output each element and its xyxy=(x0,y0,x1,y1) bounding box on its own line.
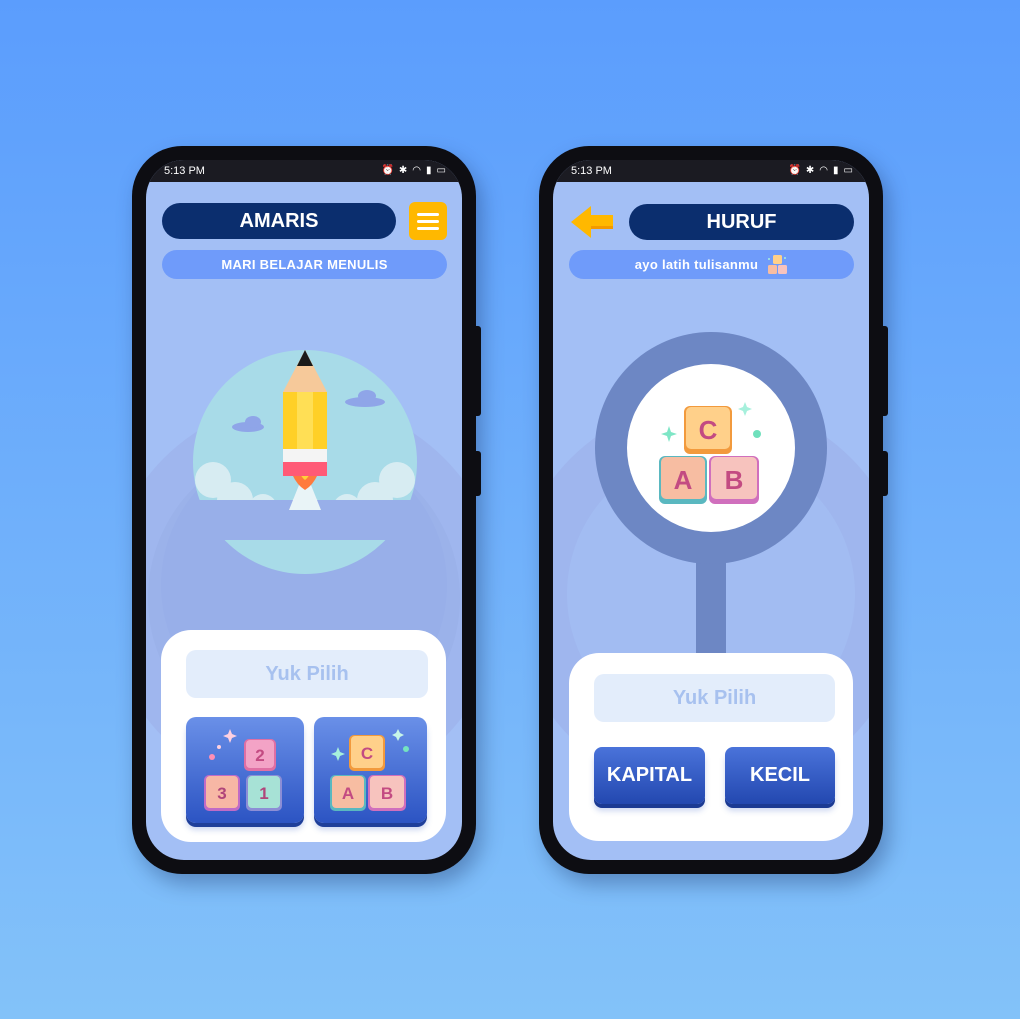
alphabet-blocks-icon: C A B xyxy=(659,402,761,504)
svg-text:B: B xyxy=(381,784,393,803)
menu-button[interactable] xyxy=(409,202,447,240)
svg-text:B: B xyxy=(725,465,744,495)
menu-line xyxy=(417,219,439,223)
phone-left: 5:13 PM ⏰ ✱ ◠ ▮ ▭ Yuk Pilih 2 3 1 C A B … xyxy=(132,146,481,874)
wifi-icon: ◠ xyxy=(412,165,422,176)
power-button xyxy=(882,451,888,496)
bluetooth-icon: ✱ xyxy=(805,165,815,176)
magnifier-lens: C A B xyxy=(627,364,795,532)
volume-button xyxy=(475,326,481,416)
yuk-pilih-label: Yuk Pilih xyxy=(186,650,428,698)
menu-line xyxy=(417,226,439,230)
volume-button xyxy=(882,326,888,416)
svg-text:3: 3 xyxy=(217,784,226,803)
status-time: 5:13 PM xyxy=(164,165,205,177)
subtitle-text: ayo latih tulisanmu xyxy=(634,257,759,272)
svg-text:1: 1 xyxy=(259,784,268,803)
signal-icon: ▮ xyxy=(833,165,839,176)
home-screen: 5:13 PM ⏰ ✱ ◠ ▮ ▭ Yuk Pilih 2 3 1 C A B … xyxy=(146,160,462,860)
numbers-option-button[interactable]: 2 3 1 xyxy=(186,717,304,823)
phone-right: 5:13 PM ⏰ ✱ ◠ ▮ ▭ C A B Yuk Pilih KAPITA… xyxy=(539,146,888,874)
page-subtitle: MARI BELAJAR MENULIS xyxy=(162,250,447,279)
letters-option-button[interactable]: C A B xyxy=(314,717,427,823)
status-time: 5:13 PM xyxy=(571,165,612,177)
alarm-icon: ⏰ xyxy=(788,165,801,176)
svg-text:2: 2 xyxy=(255,746,264,765)
yuk-pilih-label: Yuk Pilih xyxy=(594,674,835,722)
abc-blocks-icon xyxy=(768,254,788,274)
status-bar: 5:13 PM ⏰ ✱ ◠ ▮ ▭ xyxy=(553,160,869,182)
signal-icon: ▮ xyxy=(426,165,432,176)
pencil-rocket-illustration xyxy=(193,340,417,640)
alarm-icon: ⏰ xyxy=(381,165,394,176)
svg-text:A: A xyxy=(674,465,693,495)
status-icons: ⏰ ✱ ◠ ▮ ▭ xyxy=(788,166,853,176)
number-blocks-icon: 2 3 1 xyxy=(204,729,282,811)
svg-text:C: C xyxy=(699,415,718,445)
page-title: HURUF xyxy=(629,204,854,240)
svg-text:A: A xyxy=(342,784,354,803)
kecil-button[interactable]: KECIL xyxy=(725,747,835,804)
svg-text:C: C xyxy=(361,744,373,763)
page-title: AMARIS xyxy=(162,203,396,239)
status-bar: 5:13 PM ⏰ ✱ ◠ ▮ ▭ xyxy=(146,160,462,182)
battery-icon: ▭ xyxy=(843,165,853,176)
magnifier-handle xyxy=(696,550,726,660)
status-icons: ⏰ ✱ ◠ ▮ ▭ xyxy=(381,166,446,176)
power-button xyxy=(475,451,481,496)
hamburger-menu-icon xyxy=(417,212,439,216)
page-background: { "left_phone": { "status": { "time": "5… xyxy=(0,0,1020,1019)
wifi-icon: ◠ xyxy=(819,165,829,176)
huruf-screen: 5:13 PM ⏰ ✱ ◠ ▮ ▭ C A B Yuk Pilih KAPITA… xyxy=(553,160,869,860)
kapital-button[interactable]: KAPITAL xyxy=(594,747,705,804)
letter-blocks-icon: C A B xyxy=(330,729,409,811)
battery-icon: ▭ xyxy=(436,165,446,176)
bluetooth-icon: ✱ xyxy=(398,165,408,176)
page-subtitle: ayo latih tulisanmu xyxy=(569,250,854,279)
back-button[interactable] xyxy=(569,204,615,240)
back-arrow-icon xyxy=(571,206,613,238)
